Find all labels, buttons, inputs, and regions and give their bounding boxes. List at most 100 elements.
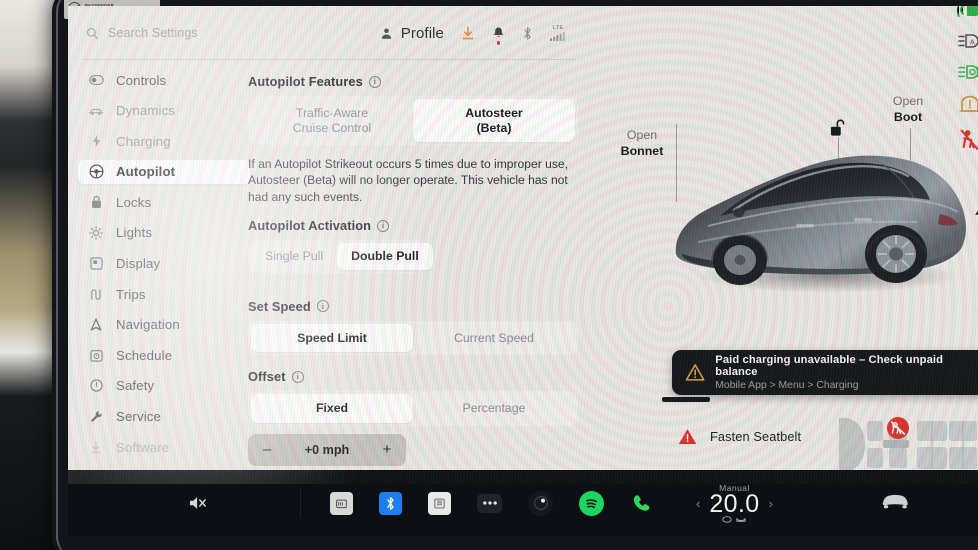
option-current-speed[interactable]: Current Speed (413, 324, 575, 353)
radio-app-icon[interactable] (330, 491, 353, 515)
seatbelt-warning-icon (887, 417, 909, 439)
sidebar-label: Autopilot (116, 164, 176, 180)
charge-port-button[interactable] (974, 206, 978, 227)
autopilot-features-title-row: Autopilot Features i (248, 74, 578, 89)
more-apps-icon[interactable] (477, 493, 502, 513)
option-fixed[interactable]: Fixed (251, 394, 413, 423)
autopilot-activation-segmented-control[interactable]: Single Pull Double Pull (248, 240, 433, 273)
photographed-car-interior-scene: PASSENGER AIRBAG OFF Search Settings (0, 0, 978, 550)
cellular-status[interactable]: LTE (550, 25, 566, 41)
bottom-app-bar: ‹ Manual 20.0 › (68, 470, 978, 536)
header-status-area: Profile LTE (380, 25, 566, 45)
sidebar-label: Dynamics (116, 103, 176, 119)
alert-circle-icon (88, 379, 104, 393)
info-icon[interactable]: i (377, 219, 390, 232)
wrench-icon (88, 410, 104, 423)
offset-increment-button[interactable]: + (380, 441, 394, 458)
toast-text-block: Paid charging unavailable – Check unpaid… (715, 354, 978, 391)
option-percentage[interactable]: Percentage (413, 394, 575, 423)
set-speed-segmented-control[interactable]: Speed Limit Current Speed (248, 320, 578, 356)
clock-icon (88, 349, 104, 362)
seatbelt-alert-row: Fasten Seatbelt (678, 428, 801, 445)
software-download-button[interactable] (461, 26, 475, 41)
option-single-pull[interactable]: Single Pull (251, 243, 337, 270)
vehicle-image (675, 155, 966, 293)
offset-value: +0 mph (304, 442, 350, 457)
tesla-touchscreen[interactable]: Search Settings Profile LTE Controls Dyn… (68, 6, 978, 484)
info-icon[interactable]: i (316, 300, 329, 313)
sidebar-item-controls[interactable]: Controls (78, 68, 250, 92)
camera-app-icon[interactable] (528, 490, 553, 516)
info-icon[interactable]: i (368, 75, 381, 88)
toggle-icon (88, 75, 104, 85)
sidebar-item-autopilot[interactable]: Autopilot (78, 159, 250, 184)
trips-icon (88, 288, 104, 301)
toast-title: Paid charging unavailable – Check unpaid… (715, 354, 944, 378)
header-divider (82, 59, 576, 60)
sidebar-label: Trips (116, 286, 146, 302)
sidebar-label: Navigation (116, 317, 180, 333)
auto-high-beam-icon: A (958, 34, 978, 48)
sidebar-item-display[interactable]: Display (78, 252, 250, 276)
sidebar-item-safety[interactable]: Safety (78, 374, 250, 398)
sidebar-item-charging[interactable]: Charging (78, 129, 250, 153)
seatbelt-alert-label: Fasten Seatbelt (710, 429, 802, 444)
sidebar-label: Lights (116, 225, 153, 241)
sidebar-item-software[interactable]: Software (78, 435, 250, 459)
phone-app-icon[interactable] (630, 492, 653, 515)
charging-alert-toast[interactable]: Paid charging unavailable – Check unpaid… (672, 350, 978, 395)
network-type-label: LTE (552, 25, 564, 31)
chevron-right-icon[interactable]: › (769, 496, 773, 511)
car-front-button[interactable] (880, 492, 910, 515)
charge-bolt-icon (975, 210, 978, 215)
offset-stepper[interactable]: – +0 mph + (248, 433, 406, 466)
notifications-button[interactable] (492, 26, 505, 45)
volume-mute-icon (190, 497, 206, 509)
offset-title-row: Offset i (248, 369, 578, 384)
option-autosteer-beta[interactable]: Autosteer (Beta) (413, 99, 575, 142)
media-app-icon[interactable] (428, 491, 451, 515)
offset-decrement-button[interactable]: – (260, 441, 274, 458)
climate-control[interactable]: ‹ Manual 20.0 › (696, 483, 773, 523)
warning-triangle-icon (685, 364, 705, 381)
sidebar-item-lights[interactable]: Lights (78, 221, 250, 245)
profile-button[interactable]: Profile (380, 25, 444, 42)
toast-progress-bar (662, 397, 710, 402)
notification-badge (497, 41, 501, 45)
turn-signal-left-icon (957, 6, 978, 17)
spotify-app-icon[interactable] (579, 490, 604, 516)
sidebar-item-navigation[interactable]: Navigation (78, 313, 250, 337)
sidebar-item-service[interactable]: Service (78, 405, 250, 429)
autopilot-strikeout-description: If an Autopilot Strikeout occurs 5 times… (248, 157, 568, 204)
sidebar-item-dynamics[interactable]: Dynamics (78, 99, 250, 123)
lightning-icon (88, 134, 104, 148)
sidebar-label: Locks (116, 194, 152, 210)
option-traffic-aware-cruise-control[interactable]: Traffic-Aware Cruise Control (251, 99, 413, 142)
sidebar-item-schedule[interactable]: Schedule (78, 343, 250, 367)
option-double-pull[interactable]: Double Pull (337, 243, 433, 270)
search-input[interactable]: Search Settings (86, 26, 316, 40)
option-speed-limit[interactable]: Speed Limit (251, 323, 413, 353)
lock-icon (88, 195, 104, 209)
profile-label: Profile (400, 24, 444, 42)
navigation-arrow-icon (88, 318, 104, 331)
steering-wheel-icon (88, 164, 104, 179)
volume-mute-button[interactable] (188, 495, 208, 511)
chevron-left-icon[interactable]: ‹ (696, 496, 700, 511)
cellular-signal-icon (550, 32, 565, 41)
bluetooth-app-icon[interactable] (379, 491, 402, 515)
autopilot-features-segmented-control[interactable]: Traffic-Aware Cruise Control Autosteer (… (248, 96, 578, 145)
sidebar-label: Charging (116, 133, 171, 149)
settings-sidebar: Controls Dynamics Charging Autopilot Loc… (78, 68, 250, 468)
set-speed-title: Set Speed (248, 298, 311, 314)
car-front-icon (882, 494, 908, 508)
info-icon[interactable]: i (291, 370, 304, 383)
sidebar-label: Software (116, 439, 170, 455)
offset-segmented-control[interactable]: Fixed Percentage (248, 391, 578, 426)
sidebar-item-locks[interactable]: Locks (78, 190, 250, 214)
sidebar-label: Service (116, 409, 162, 425)
bluetooth-status-button[interactable] (522, 26, 533, 41)
sidebar-item-trips[interactable]: Trips (78, 282, 250, 306)
svg-text:A: A (970, 37, 975, 46)
low-beam-icon (958, 65, 978, 79)
